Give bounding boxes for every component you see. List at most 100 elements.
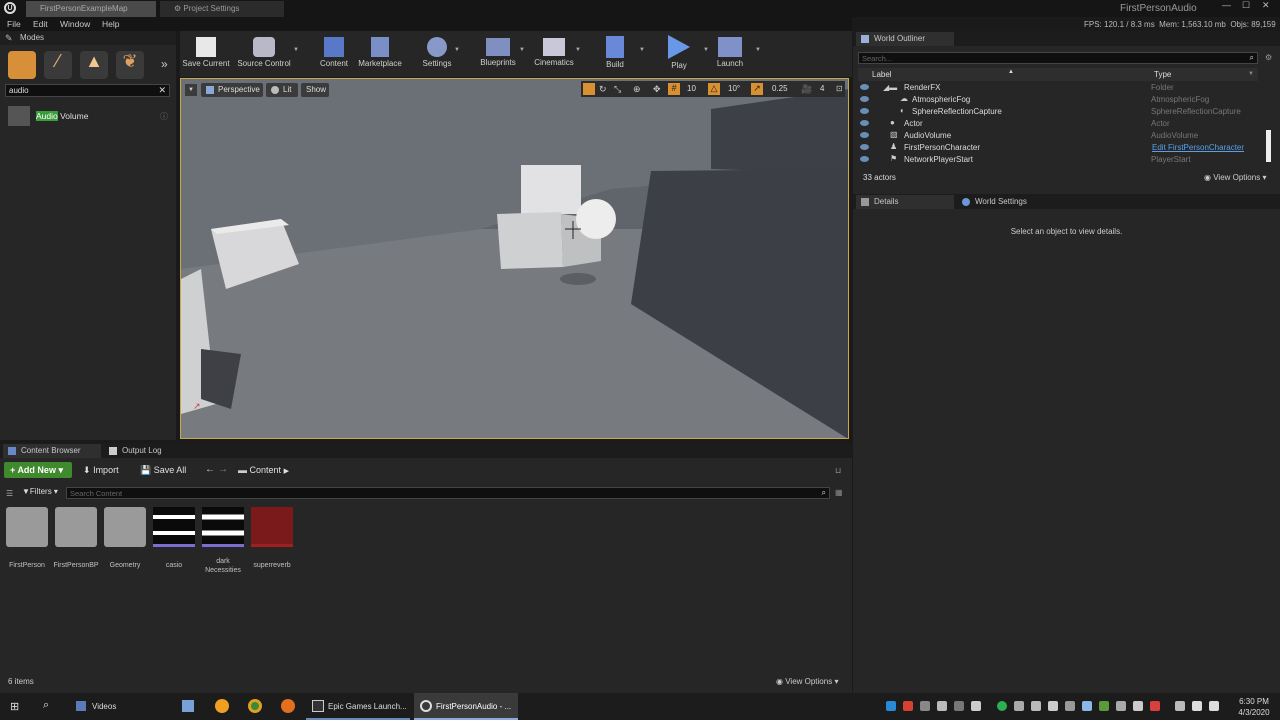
minimize-button[interactable]: — xyxy=(1222,0,1236,12)
tray-icon[interactable] xyxy=(1031,701,1041,711)
menu-file[interactable]: File xyxy=(7,19,21,29)
scale-snap-value[interactable]: 0.25 xyxy=(772,84,788,93)
launch-dropdown-icon[interactable]: ▼ xyxy=(755,47,761,53)
outliner-row[interactable]: ☁ AtmosphericFog AtmosphericFog xyxy=(853,94,1263,106)
save-all-button[interactable]: 💾 Save All xyxy=(140,465,186,476)
network-icon[interactable] xyxy=(1192,701,1202,711)
sources-panel-toggle-icon[interactable]: ☰ xyxy=(6,489,13,498)
outliner-view-options-button[interactable]: ◉ View Options ▾ xyxy=(1204,173,1266,182)
skype-icon[interactable] xyxy=(886,701,896,711)
tray-icon[interactable] xyxy=(920,701,930,711)
app-icon[interactable] xyxy=(215,699,229,713)
mode-paint-icon[interactable]: ⁄ xyxy=(44,51,72,79)
close-button[interactable]: ✕ xyxy=(1262,0,1276,12)
tray-icon[interactable] xyxy=(1099,701,1109,711)
clear-search-icon[interactable]: ✕ xyxy=(158,85,166,96)
build-button[interactable]: Build xyxy=(587,34,643,69)
build-dropdown-icon[interactable]: ▼ xyxy=(639,47,645,53)
view-options-button[interactable]: ◉ View Options ▾ xyxy=(776,677,838,686)
history-back-icon[interactable]: ← xyxy=(205,464,215,475)
maximize-viewport-icon[interactable]: ⊡ xyxy=(836,84,843,93)
spotify-icon[interactable] xyxy=(997,701,1007,711)
visibility-icon[interactable] xyxy=(860,120,869,126)
tray-icon[interactable] xyxy=(1048,701,1058,711)
asset-tile[interactable]: casio xyxy=(150,507,198,570)
tray-icon[interactable] xyxy=(1175,701,1185,711)
visibility-icon[interactable] xyxy=(860,108,869,114)
visibility-icon[interactable] xyxy=(860,144,869,150)
tray-icon[interactable] xyxy=(1150,701,1160,711)
tray-icon[interactable] xyxy=(1014,701,1024,711)
scale-icon[interactable]: ⤡ xyxy=(614,84,621,95)
taskbar-item-videos[interactable]: Videos xyxy=(70,693,170,720)
volume-icon[interactable] xyxy=(1209,701,1219,711)
source-control-dropdown-icon[interactable]: ▼ xyxy=(293,47,299,53)
camera-speed-icon[interactable]: 🎥 xyxy=(801,84,812,95)
tab-project-settings[interactable]: ⚙ Project Settings xyxy=(160,1,284,17)
outliner-row[interactable]: ⚑ NetworkPlayerStart PlayerStart xyxy=(853,154,1263,166)
settings-dropdown-icon[interactable]: ▼ xyxy=(454,47,460,53)
perspective-button[interactable]: Perspective xyxy=(201,83,263,97)
rotation-snap-icon[interactable]: △ xyxy=(708,83,720,95)
visibility-icon[interactable] xyxy=(860,156,869,162)
asset-tile[interactable]: FirstPerson xyxy=(3,507,51,570)
rotate-icon[interactable]: ↻ xyxy=(599,84,607,95)
tray-icon[interactable] xyxy=(937,701,947,711)
outliner-row[interactable]: ◢▬ RenderFX Folder xyxy=(853,82,1263,94)
place-item-audio-volume[interactable]: Audio Volume ⓘ xyxy=(6,105,174,127)
cb-view-icon[interactable]: ▦ xyxy=(835,488,843,497)
outliner-settings-icon[interactable]: ⚙ xyxy=(1265,53,1272,62)
rotation-snap-value[interactable]: 10° xyxy=(728,84,740,93)
menu-window[interactable]: Window xyxy=(60,19,90,29)
scale-snap-icon[interactable]: ↗ xyxy=(751,83,763,95)
grid-snap-value[interactable]: 10 xyxy=(687,84,696,93)
blender-icon[interactable] xyxy=(281,699,295,713)
outliner-row[interactable]: ◐ SphereReflectionCapture SphereReflection… xyxy=(853,106,1263,118)
taskbar-item-epic-launcher[interactable]: Epic Games Launch... xyxy=(306,693,410,720)
cinematics-dropdown-icon[interactable]: ▼ xyxy=(575,47,581,53)
outliner-row[interactable]: ♟ FirstPersonCharacter Edit FirstPersonCha… xyxy=(853,142,1263,154)
menu-help[interactable]: Help xyxy=(102,19,119,29)
show-button[interactable]: Show xyxy=(301,83,329,97)
help-icon[interactable]: ⓘ xyxy=(160,111,168,122)
history-forward-icon[interactable]: → xyxy=(218,464,228,475)
outliner-row[interactable]: ● Actor Actor xyxy=(853,118,1263,130)
visibility-icon[interactable] xyxy=(860,84,869,90)
col-label[interactable]: Label xyxy=(872,70,892,79)
grid-snap-icon[interactable]: # xyxy=(668,83,680,95)
camera-speed-value[interactable]: 4 xyxy=(820,84,824,93)
tab-content-browser[interactable]: Content Browser xyxy=(3,444,101,458)
launch-button[interactable]: Launch xyxy=(702,34,758,68)
world-space-icon[interactable]: ⊕ xyxy=(633,84,641,95)
play-dropdown-icon[interactable]: ▼ xyxy=(703,47,709,53)
mode-place-icon[interactable] xyxy=(8,51,36,79)
play-button[interactable]: Play xyxy=(651,34,707,70)
app-icon[interactable] xyxy=(182,700,194,712)
search-icon[interactable]: ⌕ xyxy=(43,699,49,712)
level-viewport[interactable]: ▼ Perspective Lit Show ↻ ⤡ ⊕ ✥ # 10 △ 10… xyxy=(180,78,849,439)
path-breadcrumb[interactable]: ▬ Content ▶ xyxy=(238,465,289,475)
tray-icon[interactable] xyxy=(1116,701,1126,711)
tab-world-outliner[interactable]: World Outliner xyxy=(856,32,954,46)
import-button[interactable]: ⬇ Import xyxy=(83,465,119,476)
surface-snap-icon[interactable]: ✥ xyxy=(653,84,661,95)
tray-icon[interactable] xyxy=(903,701,913,711)
taskbar-item-unreal-editor[interactable]: FirstPersonAudio - ... xyxy=(414,693,518,720)
search-icon[interactable]: ⌕ xyxy=(822,488,826,498)
chrome-icon[interactable] xyxy=(248,699,262,713)
modes-search-input[interactable]: audio ✕ xyxy=(5,84,170,97)
mode-landscape-icon[interactable]: ▲ xyxy=(80,51,108,79)
cinematics-button[interactable]: Cinematics xyxy=(526,34,582,67)
col-type[interactable]: Type xyxy=(1154,70,1171,79)
tray-icon[interactable] xyxy=(1082,701,1092,711)
tray-icon[interactable] xyxy=(971,701,981,711)
viewport-menu-button[interactable]: ▼ xyxy=(185,84,197,96)
tray-icon[interactable] xyxy=(1133,701,1143,711)
outliner-row[interactable]: ▧ AudioVolume AudioVolume xyxy=(853,130,1263,142)
lock-icon[interactable]: ⊔ xyxy=(835,466,841,475)
search-icon[interactable]: ⌕ xyxy=(1250,53,1254,63)
blueprints-button[interactable]: Blueprints xyxy=(470,34,526,67)
windows-start-icon[interactable]: ⊞ xyxy=(10,700,19,713)
clock[interactable]: 6:30 PM 4/3/2020 xyxy=(1234,696,1274,718)
visibility-icon[interactable] xyxy=(860,96,869,102)
